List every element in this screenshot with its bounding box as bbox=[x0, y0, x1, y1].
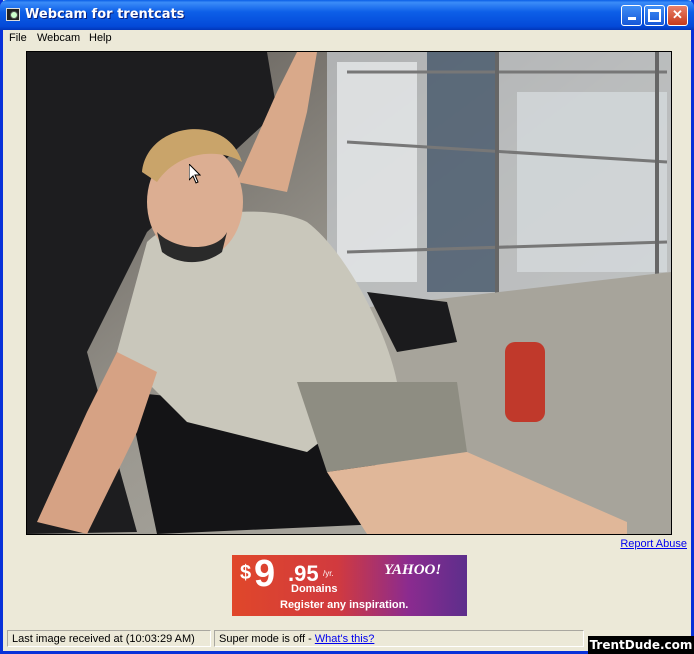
menu-file[interactable]: File bbox=[9, 32, 27, 44]
maximize-button[interactable] bbox=[644, 5, 665, 26]
yahoo-domains-ad[interactable]: $ 9 .95 /yr. Domains Register any inspir… bbox=[232, 555, 467, 616]
yahoo-logo: YAHOO! bbox=[384, 562, 442, 578]
close-icon: ✕ bbox=[672, 7, 683, 22]
menu-help[interactable]: Help bbox=[89, 32, 112, 44]
ad-tagline: Register any inspiration. bbox=[280, 599, 409, 611]
super-mode-text: Super mode is off - bbox=[219, 633, 315, 645]
ad-product: Domains bbox=[291, 583, 338, 595]
whats-this-link[interactable]: What's this? bbox=[315, 633, 375, 645]
minimize-icon bbox=[627, 17, 636, 20]
title-bar[interactable]: Webcam for trentcats ✕ bbox=[0, 0, 694, 30]
watermark: TrentDude.com bbox=[588, 636, 694, 654]
status-last-image: Last image received at (10:03:29 AM) bbox=[7, 630, 211, 647]
webcam-image bbox=[26, 51, 672, 535]
minimize-button[interactable] bbox=[621, 5, 642, 26]
status-super-mode: Super mode is off - What's this? bbox=[214, 630, 584, 647]
webcam-feed bbox=[27, 52, 671, 534]
app-window: Webcam for trentcats ✕ File Webcam Help bbox=[0, 0, 694, 654]
maximize-icon bbox=[648, 9, 661, 22]
window-title: Webcam for trentcats bbox=[25, 7, 185, 22]
menu-webcam[interactable]: Webcam bbox=[37, 32, 80, 44]
ad-price-period: /yr. bbox=[323, 569, 334, 578]
ad-price-dollar: $ bbox=[240, 562, 252, 584]
report-abuse-link[interactable]: Report Abuse bbox=[620, 538, 687, 550]
mouse-cursor-icon bbox=[189, 164, 201, 184]
menu-bar: File Webcam Help bbox=[3, 30, 691, 48]
ad-price-main: 9 bbox=[254, 555, 276, 595]
close-button[interactable]: ✕ bbox=[667, 5, 688, 26]
webcam-app-icon[interactable] bbox=[6, 8, 20, 21]
